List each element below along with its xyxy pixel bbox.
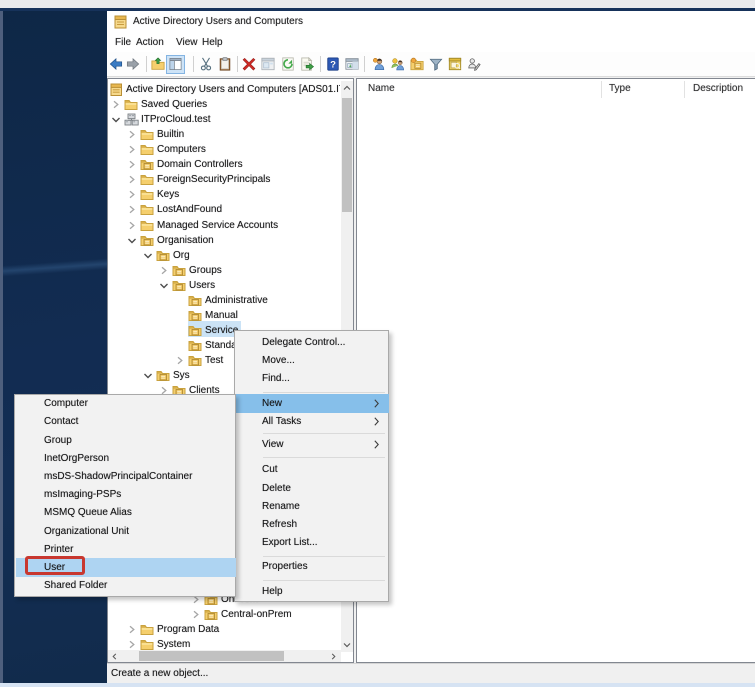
svg-text:?: ? [330, 60, 336, 71]
